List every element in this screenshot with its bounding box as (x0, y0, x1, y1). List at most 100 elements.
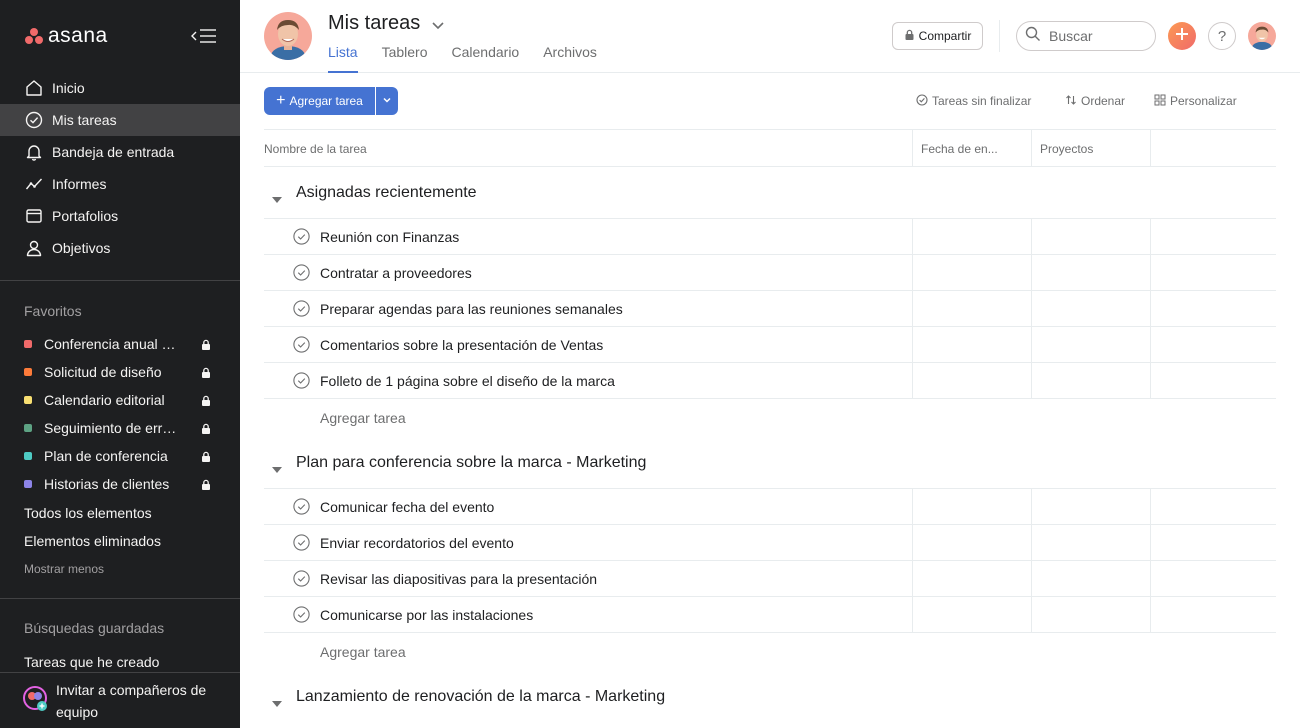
sidebar-item-label: Objetivos (52, 240, 111, 256)
sidebar-nav: Inicio Mis tareas Bandeja de entrada Inf… (0, 72, 240, 264)
lock-icon (200, 422, 212, 434)
invite-teammates-button[interactable]: Invitar a compañeros de equipo (0, 672, 240, 728)
chevron-down-icon (382, 92, 392, 110)
invite-people-icon (22, 685, 48, 716)
lock-icon (200, 338, 212, 350)
task-name[interactable]: Revisar las diapositivas para la present… (320, 571, 597, 587)
add-task-inline-button[interactable]: Agregar tarea (320, 644, 406, 660)
share-label: Compartir (918, 29, 972, 43)
task-name[interactable]: Preparar agendas para las reuniones sema… (320, 301, 623, 317)
task-complete-checkbox[interactable] (293, 570, 310, 587)
search-box[interactable] (1016, 21, 1156, 51)
show-less-link[interactable]: Mostrar menos (24, 562, 104, 576)
user-avatar[interactable] (264, 12, 312, 60)
favorite-item[interactable]: Plan de conferencia (0, 442, 240, 470)
asana-logo[interactable]: asana (24, 24, 108, 48)
project-color-dot (24, 424, 32, 432)
favorite-item[interactable]: Calendario editorial (0, 386, 240, 414)
profile-avatar[interactable] (1248, 22, 1276, 50)
section-header[interactable]: Plan para conferencia sobre la marca - M… (264, 437, 1276, 489)
task-complete-checkbox[interactable] (293, 372, 310, 389)
task-name[interactable]: Reunión con Finanzas (320, 229, 459, 245)
search-icon (1025, 26, 1041, 47)
caret-down-icon[interactable] (272, 694, 282, 712)
column-header-projects[interactable]: Proyectos (1040, 130, 1093, 167)
sidebar-item-portafolios[interactable]: Portafolios (0, 200, 240, 232)
task-complete-checkbox[interactable] (293, 606, 310, 623)
task-row[interactable]: Contratar a proveedores (264, 255, 1276, 291)
search-input[interactable] (1049, 28, 1149, 44)
tab-tablero[interactable]: Tablero (382, 44, 428, 73)
incomplete-tasks-filter[interactable]: Tareas sin finalizar (916, 87, 1031, 115)
tab-lista[interactable]: Lista (328, 44, 358, 73)
sidebar-item-bandeja[interactable]: Bandeja de entrada (0, 136, 240, 168)
task-row[interactable]: Revisar las diapositivas para la present… (264, 561, 1276, 597)
task-complete-checkbox[interactable] (293, 264, 310, 281)
customize-label: Personalizar (1170, 94, 1237, 108)
collapse-sidebar-icon[interactable] (190, 25, 218, 47)
task-complete-checkbox[interactable] (293, 336, 310, 353)
caret-down-icon[interactable] (272, 190, 282, 208)
caret-down-icon[interactable] (272, 460, 282, 478)
favorite-item[interactable]: Solicitud de diseño (0, 358, 240, 386)
lock-icon (200, 366, 212, 378)
project-color-dot (24, 396, 32, 404)
view-tabs: Lista Tablero Calendario Archivos (328, 44, 621, 73)
quick-add-button[interactable] (1168, 22, 1196, 50)
chart-line-icon (24, 174, 44, 194)
sidebar-item-objetivos[interactable]: Objetivos (0, 232, 240, 264)
task-complete-checkbox[interactable] (293, 498, 310, 515)
sort-button[interactable]: Ordenar (1065, 87, 1125, 115)
task-name[interactable]: Comunicar fecha del evento (320, 499, 494, 515)
task-name[interactable]: Comunicarse por las instalaciones (320, 607, 533, 623)
sidebar-item-inicio[interactable]: Inicio (0, 72, 240, 104)
favorite-item[interactable]: Historias de clientes (0, 470, 240, 498)
customize-button[interactable]: Personalizar (1154, 87, 1237, 115)
asana-logo-icon (24, 27, 44, 45)
logo-text: asana (48, 24, 108, 47)
task-row[interactable]: Comentarios sobre la presentación de Ven… (264, 327, 1276, 363)
favorite-label: Conferencia anual de ventas (44, 336, 180, 352)
chevron-down-icon[interactable] (430, 17, 446, 33)
task-name[interactable]: Enviar recordatorios del evento (320, 535, 514, 551)
task-row[interactable]: Reunión con Finanzas (264, 219, 1276, 255)
task-row[interactable]: Enviar recordatorios del evento (264, 525, 1276, 561)
add-task-inline-button[interactable]: Agregar tarea (320, 410, 406, 426)
favorite-item[interactable]: Seguimiento de errores (0, 414, 240, 442)
task-row[interactable]: Folleto de 1 página sobre el diseño de l… (264, 363, 1276, 399)
task-name[interactable]: Folleto de 1 página sobre el diseño de l… (320, 373, 615, 389)
sidebar-item-label: Inicio (52, 80, 85, 96)
all-items-link[interactable]: Todos los elementos (24, 505, 152, 521)
task-name[interactable]: Contratar a proveedores (320, 265, 472, 281)
sidebar-item-mis-tareas[interactable]: Mis tareas (0, 104, 240, 136)
task-complete-checkbox[interactable] (293, 228, 310, 245)
task-complete-checkbox[interactable] (293, 300, 310, 317)
sidebar-item-label: Portafolios (52, 208, 119, 224)
sidebar-item-informes[interactable]: Informes (0, 168, 240, 200)
task-row[interactable]: Comunicar fecha del evento (264, 489, 1276, 525)
add-task-dropdown[interactable] (376, 87, 398, 115)
favorite-label: Seguimiento de errores (44, 420, 180, 436)
add-task-label: Agregar tarea (289, 94, 363, 108)
tab-archivos[interactable]: Archivos (543, 44, 597, 73)
saved-search-item[interactable]: Tareas que he creado (24, 654, 159, 670)
share-button[interactable]: Compartir (892, 22, 983, 50)
favorite-label: Solicitud de diseño (44, 364, 162, 380)
task-row[interactable]: Comunicarse por las instalaciones (264, 597, 1276, 633)
section-title: Lanzamiento de renovación de la marca - … (296, 688, 666, 705)
column-header-due-date[interactable]: Fecha de en... (921, 130, 998, 167)
add-task-button[interactable]: + Agregar tarea (264, 87, 375, 115)
task-complete-checkbox[interactable] (293, 534, 310, 551)
section-header[interactable]: Lanzamiento de renovación de la marca - … (264, 671, 1276, 723)
section-header[interactable]: Asignadas recientemente (264, 167, 1276, 219)
filter-label: Tareas sin finalizar (932, 94, 1032, 108)
task-row[interactable]: Preparar agendas para las reuniones sema… (264, 291, 1276, 327)
column-header-name[interactable]: Nombre de la tarea (264, 130, 367, 167)
favorite-item[interactable]: Conferencia anual de ventas (0, 330, 240, 358)
list-toolbar: + Agregar tarea Tareas sin finalizar Ord… (264, 87, 1276, 115)
favorite-label: Calendario editorial (44, 392, 165, 408)
task-name[interactable]: Comentarios sobre la presentación de Ven… (320, 337, 603, 353)
tab-calendario[interactable]: Calendario (452, 44, 520, 73)
deleted-items-link[interactable]: Elementos eliminados (24, 533, 161, 549)
help-button[interactable]: ? (1208, 22, 1236, 50)
